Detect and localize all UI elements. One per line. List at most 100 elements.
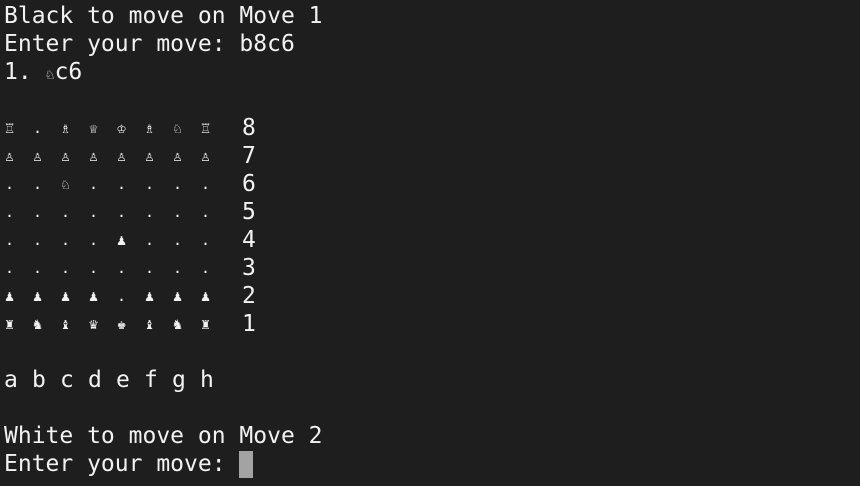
rank-label: 4 — [242, 227, 256, 253]
turn-status-2: White to move on Move 2 — [4, 423, 323, 449]
file-labels: abcdefgh — [4, 366, 323, 394]
board-square: . — [173, 203, 183, 221]
prompt-line-1: Enter your move: b8c6 — [4, 30, 323, 58]
rank-label: 8 — [242, 115, 256, 141]
board-square: . — [61, 259, 71, 277]
board-square: . — [201, 203, 211, 221]
board-square: . — [201, 231, 211, 249]
board-square: ♟ — [117, 231, 127, 249]
rank-label: 2 — [242, 283, 256, 309]
board-square: . — [117, 175, 127, 193]
board-square: ♙ — [61, 147, 71, 165]
file-label: c — [60, 367, 74, 393]
board-rank-row: .. ♘..... 6 — [4, 170, 323, 198]
board-square: . — [89, 203, 99, 221]
board-square: . — [117, 287, 127, 305]
move-history: 1. ♘c6 — [4, 58, 323, 86]
board-square: ♝ — [61, 315, 71, 333]
board-square: ♕ — [89, 119, 99, 137]
board-square: . — [89, 175, 99, 193]
board-square: ♟ — [145, 287, 155, 305]
board-square: ♚ — [117, 315, 127, 333]
board-square: ♖ — [201, 119, 211, 137]
file-label: g — [172, 367, 186, 393]
board-square: ♙ — [5, 147, 15, 165]
board-rank-row: ........ 3 — [4, 254, 323, 282]
board-square: ♙ — [201, 147, 211, 165]
board-square: . — [33, 175, 43, 193]
board-square: . — [173, 175, 183, 193]
move-square: c6 — [54, 59, 83, 85]
board-square: ♙ — [33, 147, 43, 165]
board-square: . — [173, 231, 183, 249]
board-square: ♟ — [201, 287, 211, 305]
board-square: ♟ — [33, 287, 43, 305]
rank-label: 7 — [242, 143, 256, 169]
file-label: e — [116, 367, 130, 393]
board-square: . — [89, 231, 99, 249]
board-square: . — [5, 203, 15, 221]
board-rank-row: .... ♟... 4 — [4, 226, 323, 254]
board-rank-row: ♜ ♞ ♝ ♛ ♚ ♝ ♞ ♜ 1 — [4, 310, 323, 338]
board-square: . — [33, 119, 43, 137]
board-square: ♜ — [201, 315, 211, 333]
file-label: h — [200, 367, 214, 393]
rank-label: 6 — [242, 171, 256, 197]
board-square: . — [201, 259, 211, 277]
board-square: ♟ — [173, 287, 183, 305]
board-square: ♘ — [61, 175, 71, 193]
board-square: ♟ — [89, 287, 99, 305]
board-square: . — [61, 231, 71, 249]
board-square: ♞ — [173, 315, 183, 333]
file-label: a — [4, 367, 18, 393]
board-square: . — [173, 259, 183, 277]
board-square: ♔ — [117, 119, 127, 137]
chess-board: ♖. ♗ ♕ ♔ ♗ ♘ ♖ 8 ♙ ♙ ♙ ♙ ♙ ♙ ♙ ♙ 7.. ♘..... 6........ 5....… — [4, 114, 323, 338]
board-square: . — [201, 175, 211, 193]
board-square: ♝ — [145, 315, 155, 333]
board-square: ♜ — [5, 315, 15, 333]
board-square: . — [145, 203, 155, 221]
board-square: . — [145, 259, 155, 277]
entered-move: b8c6 — [239, 31, 295, 57]
board-square: ♘ — [173, 119, 183, 137]
board-square: . — [33, 231, 43, 249]
board-square: ♟ — [61, 287, 71, 305]
board-rank-row: ♙ ♙ ♙ ♙ ♙ ♙ ♙ ♙ 7 — [4, 142, 323, 170]
file-label: d — [88, 367, 102, 393]
prompt-line-2: Enter your move: — [4, 450, 323, 478]
board-square: . — [89, 259, 99, 277]
board-rank-row: ........ 5 — [4, 198, 323, 226]
text-cursor — [239, 451, 254, 478]
board-square: ♗ — [61, 119, 71, 137]
terminal-output: Black to move on Move 1 Enter your move:… — [4, 2, 323, 478]
board-rank-row: ♖. ♗ ♕ ♔ ♗ ♘ ♖ 8 — [4, 114, 323, 142]
board-square: . — [145, 231, 155, 249]
file-label: f — [144, 367, 158, 393]
rank-label: 5 — [242, 199, 256, 225]
board-square: ♙ — [173, 147, 183, 165]
turn-status: Black to move on Move 1 — [4, 3, 323, 29]
rank-label: 3 — [242, 255, 256, 281]
board-square: . — [5, 231, 15, 249]
board-square: . — [5, 259, 15, 277]
knight-icon: ♘ — [45, 65, 55, 83]
board-square: ♟ — [5, 287, 15, 305]
board-square: ♙ — [145, 147, 155, 165]
board-square: ♖ — [5, 119, 15, 137]
board-square: ♛ — [89, 315, 99, 333]
board-square: . — [33, 203, 43, 221]
board-square: . — [61, 203, 71, 221]
move-number: 1. — [4, 59, 46, 85]
board-square: . — [5, 175, 15, 193]
board-square: ♗ — [145, 119, 155, 137]
prompt-label-2: Enter your move: — [4, 451, 240, 477]
board-rank-row: ♟ ♟ ♟ ♟. ♟ ♟ ♟ 2 — [4, 282, 323, 310]
board-square: ♞ — [33, 315, 43, 333]
board-square: . — [145, 175, 155, 193]
rank-label: 1 — [242, 311, 256, 337]
board-square: ♙ — [89, 147, 99, 165]
board-square: . — [117, 203, 127, 221]
file-label: b — [32, 367, 46, 393]
prompt-label: Enter your move: — [4, 31, 240, 57]
